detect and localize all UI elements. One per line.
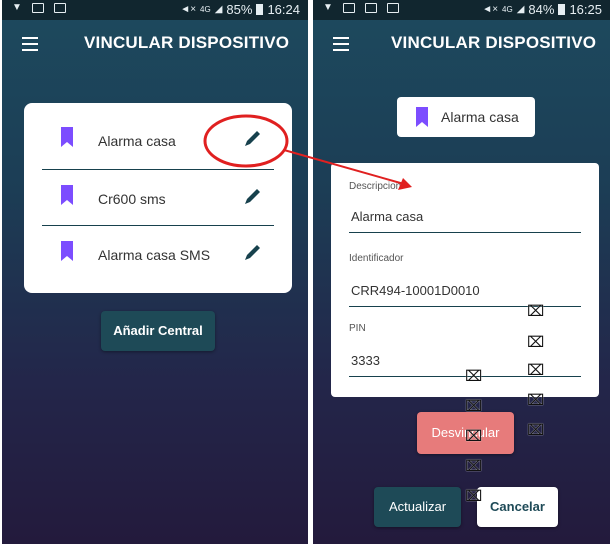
pencil-icon[interactable] — [242, 185, 264, 212]
bookmark-icon — [60, 185, 74, 210]
left-screen: ▼ ◄× 4G ◢ 85% 16:24 VINCULAR DISPOSITIVO… — [2, 0, 308, 544]
description-label: Descripcion — [349, 181, 402, 192]
battery-label: 85% — [226, 2, 253, 17]
network-label: 4G — [200, 5, 211, 14]
field-underline — [349, 232, 581, 233]
identifier-field[interactable]: CRR494-10001D0010 — [351, 283, 480, 298]
pin-field[interactable]: 3333 — [351, 353, 380, 368]
x-box-icon: ⌧ — [527, 333, 545, 351]
menu-icon[interactable] — [22, 37, 38, 51]
x-box-icon: ⌧ — [465, 487, 483, 505]
edit-device-form: Descripcion Alarma casa Identificador CR… — [331, 163, 599, 397]
pencil-icon[interactable] — [242, 127, 264, 154]
mail-icon — [31, 2, 44, 13]
list-item[interactable]: Cr600 sms — [42, 173, 274, 227]
x-box-icon: ⌧ — [465, 397, 483, 415]
list-item[interactable]: Alarma casa SMS — [42, 229, 274, 283]
mute-icon: ◄× — [180, 4, 197, 15]
device-label: Alarma casa — [98, 133, 176, 149]
bookmark-icon — [60, 241, 74, 266]
status-bar: ▼ ◄× 4G ◢ 85% 16:24 — [2, 0, 308, 20]
battery-label: 84% — [528, 2, 555, 17]
device-label: Cr600 sms — [98, 191, 166, 207]
menu-icon[interactable] — [333, 37, 349, 51]
x-box-icon: ⌧ — [527, 391, 545, 409]
selected-device-label: Alarma casa — [441, 109, 519, 125]
x-box-icon: ⌧ — [527, 302, 545, 320]
list-item[interactable]: Alarma casa — [42, 115, 274, 169]
battery-icon — [558, 4, 566, 15]
x-box-icon: ⌧ — [465, 427, 483, 445]
bookmark-icon — [60, 127, 74, 152]
divider — [42, 225, 274, 226]
x-box-icon: ⌧ — [527, 361, 545, 379]
page-title: VINCULAR DISPOSITIVO — [84, 33, 290, 52]
network-label: 4G — [502, 5, 513, 14]
save-icon — [342, 2, 355, 13]
identifier-label: Identificador — [349, 253, 404, 264]
add-central-button[interactable]: Añadir Central — [101, 311, 215, 351]
x-box-icon: ⌧ — [465, 367, 483, 385]
image-icon — [386, 2, 399, 13]
update-button[interactable]: Actualizar — [374, 487, 461, 527]
app-bar: VINCULAR DISPOSITIVO — [313, 20, 610, 68]
pin-label: PIN — [349, 323, 366, 334]
download-icon: ▼ — [323, 2, 333, 13]
field-underline — [349, 306, 581, 307]
page-title: VINCULAR DISPOSITIVO — [391, 33, 597, 52]
status-bar: ▼ ◄× 4G ◢ 84% 16:25 — [313, 0, 610, 20]
mail-icon — [364, 2, 377, 13]
divider — [42, 169, 274, 170]
x-box-icon: ⌧ — [527, 421, 545, 439]
cancel-button[interactable]: Cancelar — [477, 487, 558, 527]
x-box-icon: ⌧ — [465, 457, 483, 475]
battery-icon — [256, 4, 264, 15]
clock: 16:25 — [569, 2, 602, 17]
bookmark-icon — [415, 107, 429, 132]
right-screen: ▼ ◄× 4G ◢ 84% 16:25 VINCULAR DISPOSITIVO… — [313, 0, 610, 544]
mute-icon: ◄× — [482, 4, 499, 15]
device-list: Alarma casa Cr600 sms Alarma casa SMS — [24, 103, 292, 293]
description-field[interactable]: Alarma casa — [351, 209, 423, 224]
signal-icon: ◢ — [516, 4, 525, 15]
device-label: Alarma casa SMS — [98, 247, 211, 263]
clock: 16:24 — [267, 2, 300, 17]
pencil-icon[interactable] — [242, 241, 264, 268]
image-icon — [53, 2, 66, 13]
app-bar: VINCULAR DISPOSITIVO — [2, 20, 308, 68]
selected-device-chip: Alarma casa — [397, 97, 535, 137]
signal-icon: ◢ — [214, 4, 223, 15]
download-icon: ▼ — [12, 2, 22, 13]
